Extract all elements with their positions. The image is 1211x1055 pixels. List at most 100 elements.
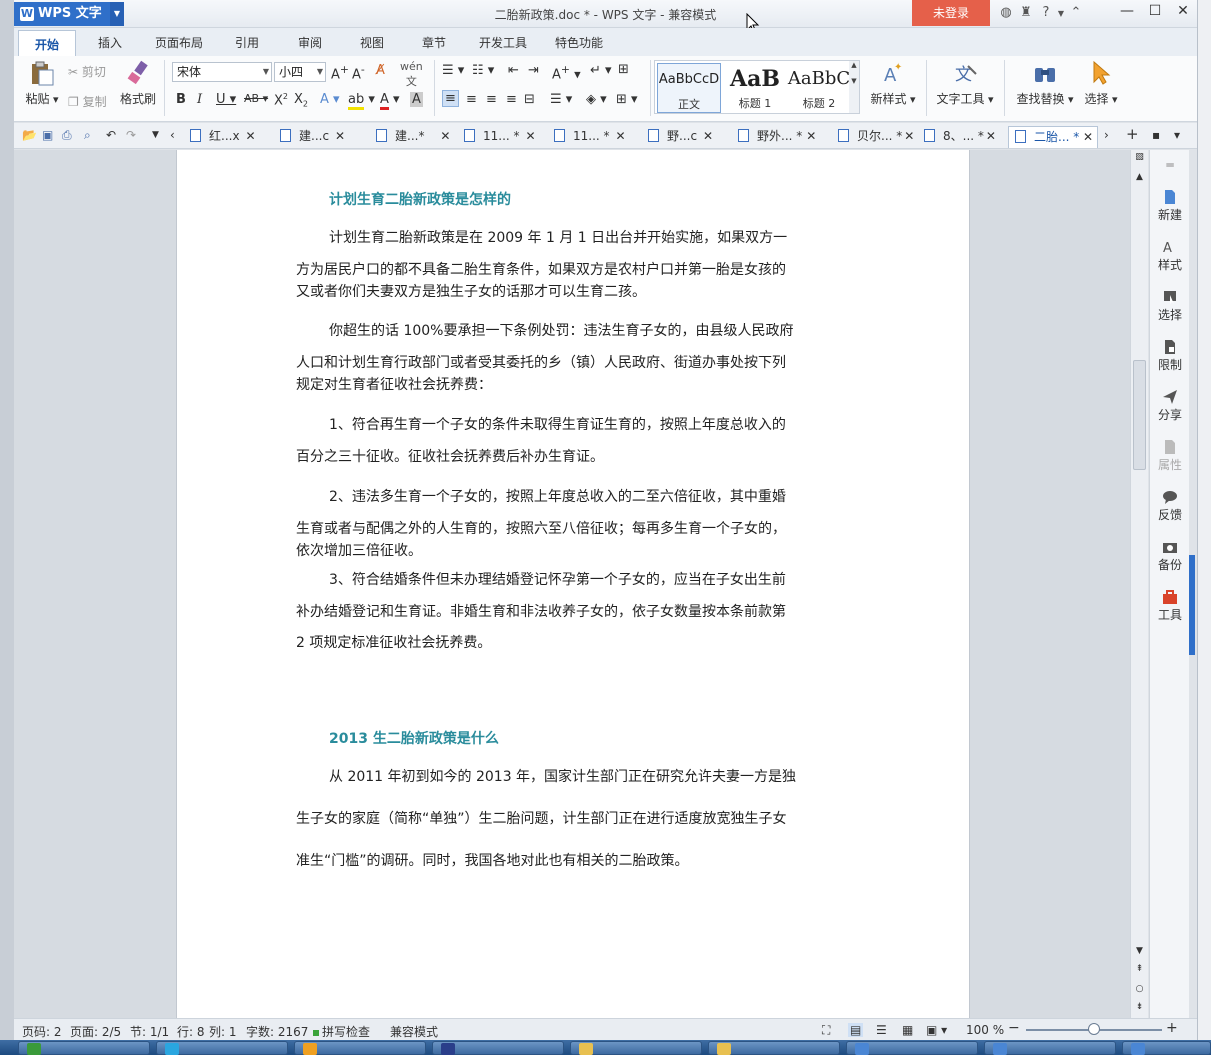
panel-tools-button[interactable]: 工具 [1150,590,1190,623]
superscript-icon[interactable]: X2 [274,92,288,108]
zoom-slider-thumb[interactable] [1088,1023,1100,1035]
panel-backup-button[interactable]: 备份 [1150,540,1190,573]
close-icon[interactable]: ✕ [335,126,345,146]
taskbar-item[interactable] [1122,1041,1211,1055]
find-replace-button[interactable]: 查找替换 ▾ [1014,60,1076,107]
close-icon[interactable]: ✕ [615,126,625,146]
decrease-indent-icon[interactable]: ⇤ [508,63,519,78]
close-icon[interactable]: ✕ [806,126,816,146]
new-tab-icon[interactable]: + [1126,125,1139,143]
bullet-list-icon[interactable]: ☰ ▾ [442,63,464,78]
document-page[interactable]: 计划生育二胎新政策是怎样的 计划生育二胎新政策是在 2009 年 1 月 1 日… [176,150,970,1018]
tab-view[interactable]: 视图 [360,34,384,51]
gallery-scroll[interactable]: ▲ ▼ [849,61,859,113]
panel-restrict-button[interactable]: 限制 [1150,340,1190,373]
collapse-ribbon-icon[interactable]: ⌃ [1066,5,1086,20]
maximize-icon[interactable]: ☐ [1141,3,1169,19]
align-right-icon[interactable]: ≡ [486,92,497,107]
underline-icon[interactable]: U ▾ [216,92,236,107]
close-icon[interactable]: ✕ [1169,3,1197,19]
web-view-icon[interactable]: ▦ [902,1023,913,1037]
login-button[interactable]: 未登录 [912,0,990,26]
close-icon[interactable]: ✕ [986,126,996,146]
shirt-icon[interactable]: ♜ [1016,5,1036,20]
tab-review[interactable]: 审阅 [298,34,322,51]
close-icon[interactable]: ✕ [1083,127,1093,147]
taskbar-item[interactable] [156,1041,288,1055]
line-spacing-icon[interactable]: ☰ ▾ [550,92,572,107]
taskbar-item[interactable] [432,1041,564,1055]
taskbar-item[interactable] [18,1041,150,1055]
tab-references[interactable]: 引用 [235,34,259,51]
scroll-up-icon[interactable]: ▲ [1131,172,1148,182]
style-normal[interactable]: AaBbCcD 正文 [657,63,721,113]
tabs-scroll-right-icon[interactable]: › [1104,128,1109,142]
paste-button[interactable]: 粘贴 ▾ [22,60,62,107]
scrollbar-thumb[interactable] [1133,360,1146,470]
taskbar-item[interactable] [294,1041,426,1055]
justify-icon[interactable]: ≡ [506,92,517,107]
next-page-icon[interactable]: ⇟ [1131,1002,1148,1012]
tab-insert[interactable]: 插入 [98,34,122,51]
tab-section[interactable]: 章节 [422,34,446,51]
phonetic-icon[interactable]: wén 文 [400,60,423,89]
tab-developer[interactable]: 开发工具 [479,34,527,51]
increase-indent-icon[interactable]: ⇥ [528,63,539,78]
font-size-select[interactable]: 小四 ▼ [274,62,326,82]
browse-object-icon[interactable]: ○ [1131,984,1148,994]
fullscreen-view-icon[interactable]: ⛶ [822,1023,830,1038]
tab-page-layout[interactable]: 页面布局 [155,34,203,51]
numbered-list-icon[interactable]: ☷ ▾ [472,63,494,78]
status-word-count[interactable]: 字数: 2167 [246,1023,308,1040]
print-preview-icon[interactable]: ⌕ [84,128,91,143]
taskbar-item[interactable] [846,1041,978,1055]
select-button[interactable]: 选择 ▾ [1080,60,1122,107]
tab-features[interactable]: 特色功能 [555,34,603,51]
save-icon[interactable]: ▣ [42,128,53,142]
strikethrough-icon[interactable]: AB ▾ [244,92,268,105]
chevron-down-icon[interactable]: ▼ [1056,9,1066,18]
document-tab[interactable]: 红...x ✕ [190,126,256,148]
tab-menu-icon[interactable]: ▾ [1174,128,1180,142]
border-icon[interactable]: ⊞ ▾ [616,92,638,107]
vertical-scrollbar[interactable]: ▧ ▲ ▼ ⇞ ○ ⇟ [1130,150,1148,1018]
highlight-icon[interactable]: ab ▾ [348,92,375,110]
taskbar-item[interactable] [984,1041,1116,1055]
redo-icon[interactable]: ↷ [126,128,136,142]
style-heading-2[interactable]: AaBbC 标题 2 [787,63,851,113]
tab-home[interactable]: 开始 [18,30,77,56]
text-effect-icon[interactable]: A ▾ [320,92,340,107]
close-icon[interactable]: ✕ [904,126,914,146]
spell-check-toggle[interactable]: 拼写检查 [313,1023,370,1040]
zoom-in-icon[interactable]: + [1166,1020,1178,1036]
change-case-icon[interactable]: A+ ▾ [552,63,581,82]
style-heading-1[interactable]: AaB 标题 1 [723,63,787,113]
document-tab[interactable]: 11... * ✕ [464,126,536,148]
undo-icon[interactable]: ↶ [106,128,116,142]
bold-icon[interactable]: B [176,92,186,107]
tab-list-icon[interactable]: ▪ [1152,128,1160,142]
paragraph-mark-icon[interactable]: ↵ ▾ [590,63,612,78]
minimize-icon[interactable]: — [1113,3,1141,19]
shading-icon[interactable]: ◈ ▾ [586,92,607,107]
reading-view-icon[interactable]: ▣ ▾ [926,1023,947,1037]
document-tab[interactable]: 建...* ✕ [376,126,450,148]
panel-properties-button[interactable]: 属性 [1150,440,1190,473]
new-style-button[interactable]: A ✦ 新样式 ▾ [866,60,920,107]
document-tab[interactable]: 贝尔... * ✕ [838,126,914,148]
italic-icon[interactable]: I [197,92,202,107]
format-painter-button[interactable]: 格式刷 [118,60,158,107]
outline-view-icon[interactable]: ☰ [876,1023,887,1037]
document-tab[interactable]: 野...c ✕ [648,126,713,148]
document-tab-active[interactable]: 二胎... * ✕ [1008,126,1098,148]
document-tab[interactable]: 8、... * ✕ [924,126,996,148]
document-tab[interactable]: 11... * ✕ [554,126,626,148]
zoom-level[interactable]: 100 % [966,1023,1004,1037]
subscript-icon[interactable]: X2 [294,92,308,109]
zoom-out-icon[interactable]: − [1008,1020,1020,1036]
panel-collapse-icon[interactable]: ═ [1150,158,1190,172]
clear-format-icon[interactable]: A̸ [376,63,385,78]
help-icon[interactable]: ? [1036,5,1056,20]
text-tools-button[interactable]: 文 文字工具 ▾ [934,60,996,107]
panel-new-button[interactable]: 新建 [1150,190,1190,223]
